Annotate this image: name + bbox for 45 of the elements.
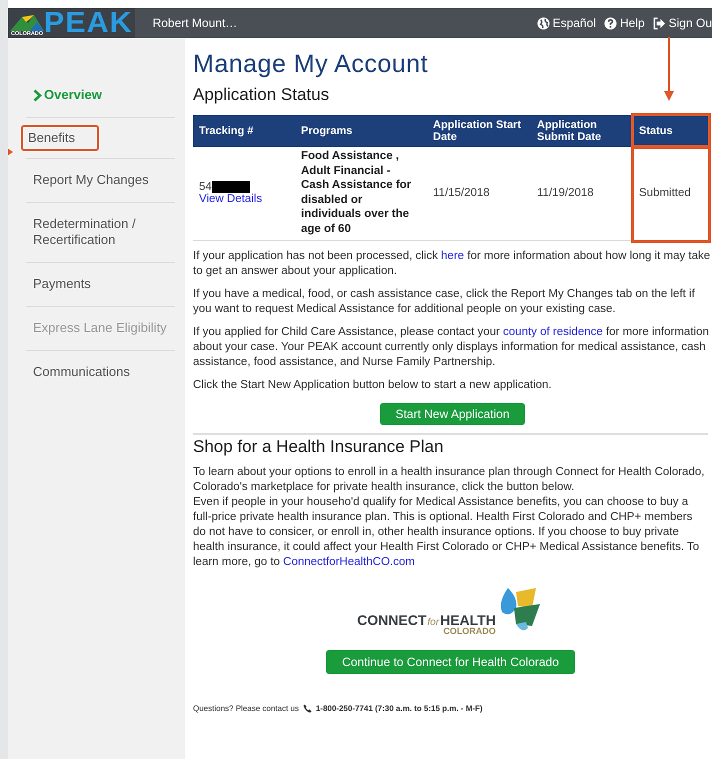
text-link[interactable]: ConnectforHealthCO.com xyxy=(283,556,415,568)
header-link[interactable]: Español xyxy=(536,16,596,30)
text-link[interactable]: here xyxy=(441,250,464,262)
start-application-button[interactable]: Start New Application xyxy=(380,403,525,425)
paragraph: To learn about your options to enroll in a health insurance plan through Connect for Health Colorado, Colorado's marketplace for private health insurance, click the button below. xyxy=(193,465,706,495)
paragraph: If you have a medical, food, or cash assistance case, click the Report My Changes tab on the left if you want to request Medical Assistance for additional people on your existing case. xyxy=(193,287,696,317)
header-link[interactable]: Help xyxy=(604,16,645,30)
column-header: Status xyxy=(633,115,709,147)
nav-item[interactable]: Redetermination / Recertification xyxy=(26,205,175,260)
continue-button[interactable]: Continue to Connect for Health Colorado xyxy=(326,650,575,674)
table-cell: Food Assistance , Adult Financial - Cash Assistance for disabled or individuals over the age of 60 xyxy=(295,147,427,240)
section-heading: Shop for a Health Insurance Plan xyxy=(193,437,444,457)
table-cell: 11/15/2018 xyxy=(427,147,531,240)
paragraph: Click the Start New Application button below to start a new application. xyxy=(193,378,553,393)
column-header: Programs xyxy=(295,115,427,147)
annotation-arrow xyxy=(664,37,674,101)
user-name: Robert Mount… xyxy=(152,16,238,30)
chevron-icon xyxy=(33,88,42,102)
section-heading: Application Status xyxy=(193,85,330,105)
sign-out-icon xyxy=(652,16,666,30)
header-link[interactable]: Sign Ou xyxy=(652,16,712,30)
nav-item[interactable]: Payments xyxy=(26,265,98,304)
logo-word: PEAK xyxy=(44,8,133,38)
column-header: Application Submit Date xyxy=(531,115,633,147)
paragraph: Even if people in your househo'd qualify for Medical Assistance benefits, you can choose to buy a full-price private health insurance plan. This is optional. Health First Colorado and CHP+ members do not have to consicer, or enroll in, other health insurance options. If you choose to buy private health insurance, it could affect your Health First Colorado or CHP+ Medical Assistance benefits. To learn more, go to ConnectforHealthCO.com xyxy=(193,495,700,570)
nav-item[interactable]: Communications xyxy=(26,353,137,392)
table-cell: 11/19/2018 xyxy=(531,147,633,240)
paragraph: If your application has not been processed, click here for more information about how long it may take to get an answer about your application. xyxy=(193,249,712,279)
view-details-link[interactable]: View Details xyxy=(199,192,262,204)
text-link[interactable]: county of residence xyxy=(503,326,603,338)
footer-text: Questions? Please contact us xyxy=(193,704,299,713)
help-icon xyxy=(604,16,617,30)
column-header: Application Start Date xyxy=(427,115,531,147)
phone-number: 1-800-250-7741 (7:30 a.m. to 5:15 p.m. - M-F) xyxy=(316,704,483,713)
page-title: Manage My Account xyxy=(193,50,430,79)
connect-for-health-logo: CONNECTforHEALTH COLORADO xyxy=(357,612,496,636)
phone-icon xyxy=(302,704,312,713)
table-cell: Submitted xyxy=(633,147,709,240)
paragraph: If you applied for Child Care Assistance, please contact your county of residence for more information about your case. Your PEAK account currently only displays information for medical assistance, cash assistance, food assistance, and Nurse Family Partnership. xyxy=(193,325,710,370)
nav-item[interactable]: Report My Changes xyxy=(26,161,156,200)
mountain-icon xyxy=(10,13,44,31)
column-header: Tracking # xyxy=(193,115,295,147)
globe-icon xyxy=(536,16,550,30)
tracking-number: 54 xyxy=(199,180,212,192)
nav-item[interactable]: Benefits xyxy=(21,125,99,151)
